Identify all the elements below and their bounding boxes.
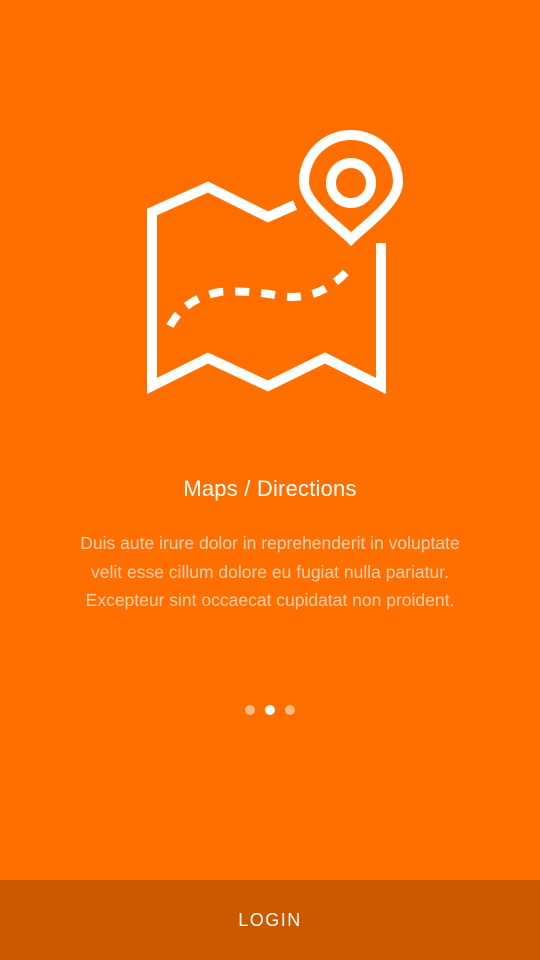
map-pin-icon xyxy=(147,130,404,395)
page-description: Duis aute irure dolor in reprehenderit i… xyxy=(80,533,460,610)
page-indicator xyxy=(240,704,300,716)
page-title: Maps / Directions xyxy=(183,476,357,501)
page-dot-1[interactable] xyxy=(245,705,255,715)
onboarding-screen: Maps / Directions Duis aute irure dolor … xyxy=(0,0,540,960)
page-dot-3[interactable] xyxy=(285,705,295,715)
login-button[interactable]: LOGIN xyxy=(0,880,540,960)
page-dot-2[interactable] xyxy=(265,705,275,715)
